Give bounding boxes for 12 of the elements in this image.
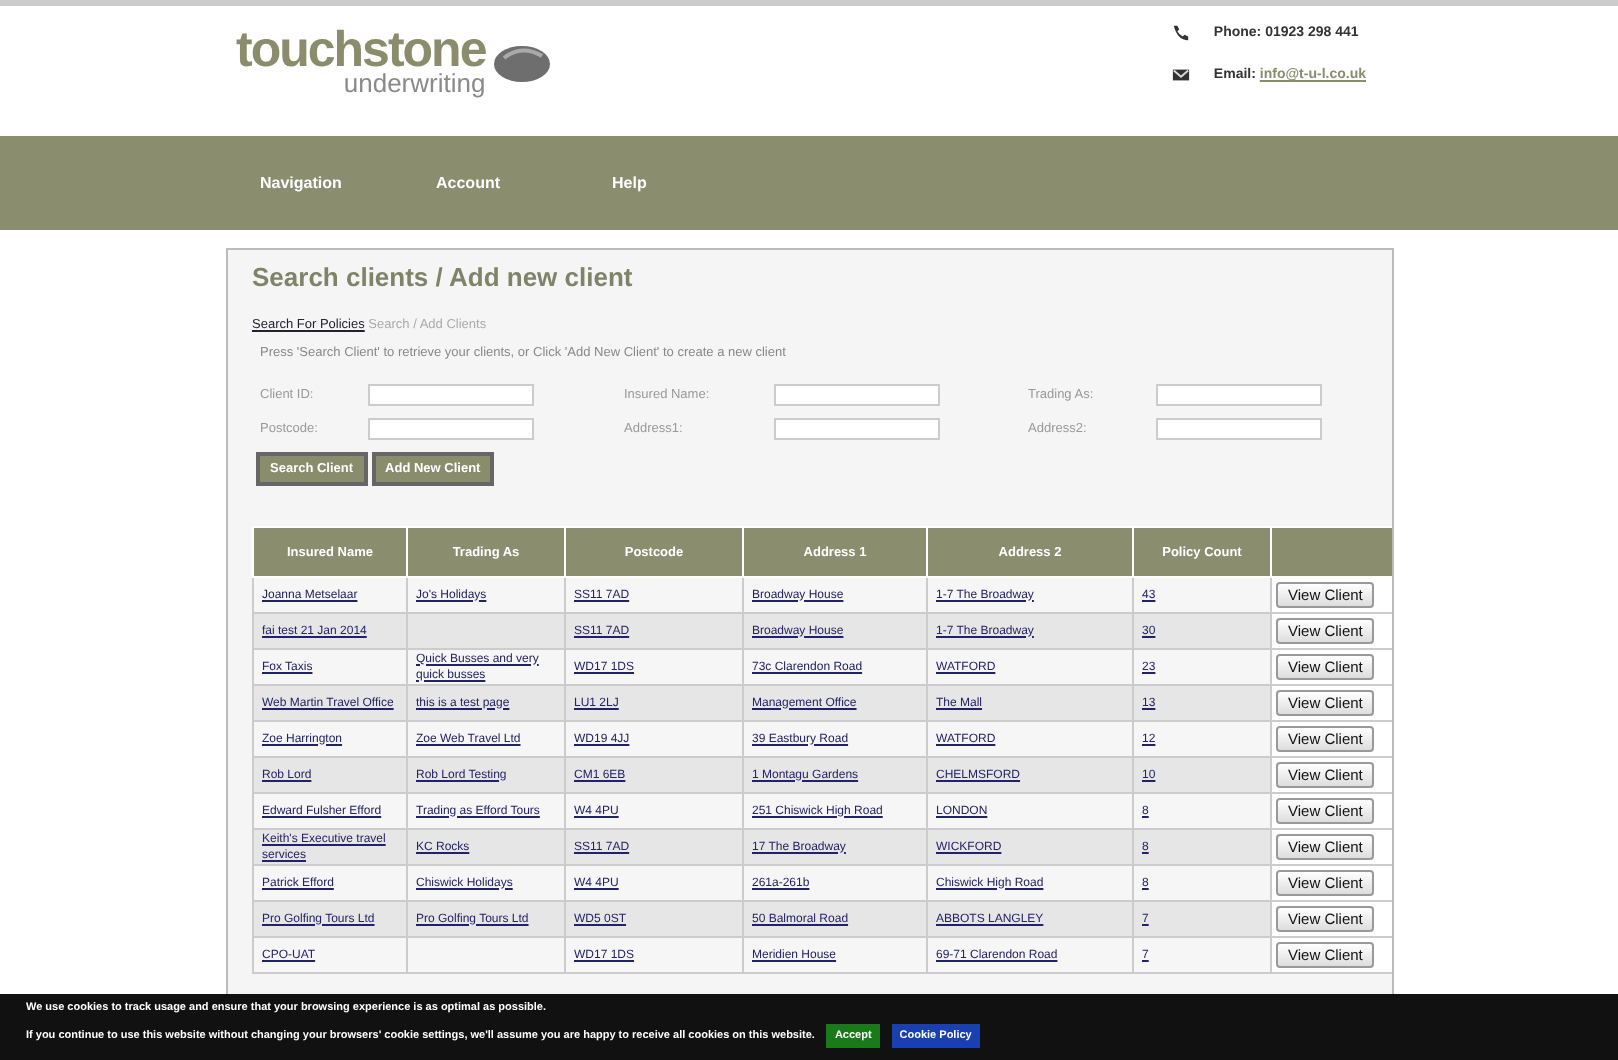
pebble-icon: [491, 40, 552, 85]
input-field[interactable]: [1156, 418, 1322, 440]
input-field[interactable]: [368, 384, 534, 406]
input-field[interactable]: [1156, 384, 1322, 406]
envelope-icon: [1171, 66, 1190, 84]
input-field[interactable]: [774, 418, 940, 440]
phone-icon: [1171, 24, 1190, 42]
logo-subtitle: underwriting: [343, 72, 486, 95]
page-title: Search clients / Add new client: [252, 262, 635, 292]
logo-title: touchstone: [236, 30, 486, 73]
input-field[interactable]: [774, 384, 940, 406]
input-field[interactable]: [368, 418, 534, 440]
